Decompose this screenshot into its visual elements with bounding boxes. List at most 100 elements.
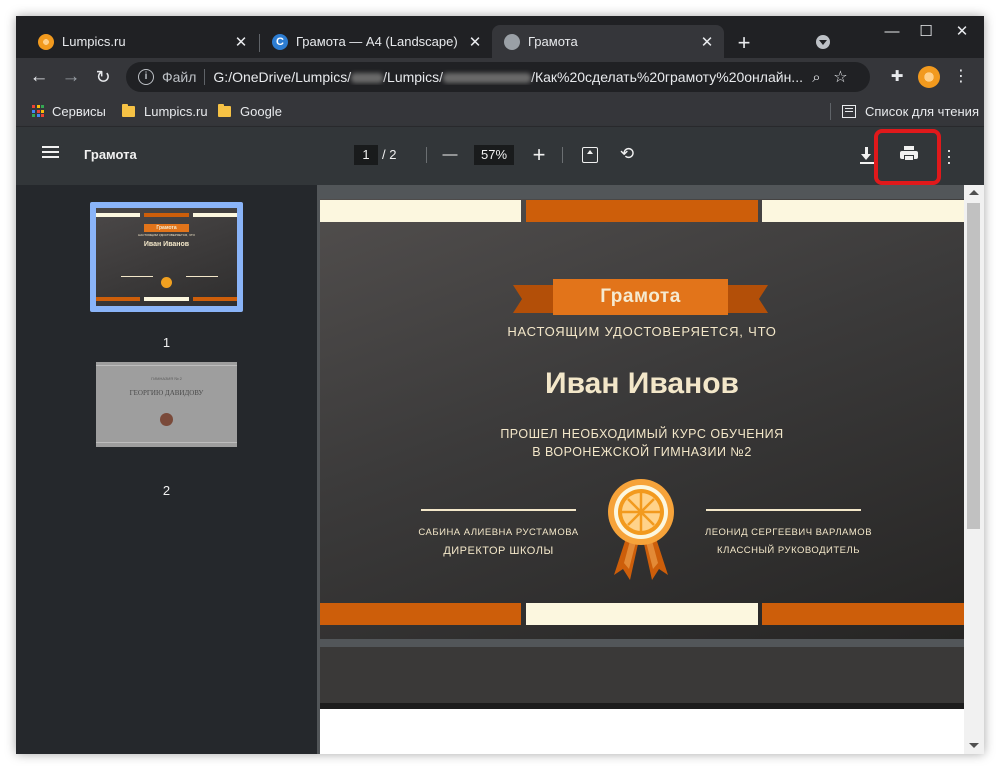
tab-close-icon[interactable]: ✕ [230,33,252,51]
scheme-label: Файл [162,69,197,85]
page-thumbnail-1[interactable]: Грамота НАСТОЯЩИМ УДОСТОВЕРЯЕТСЯ, ЧТО Ив… [96,208,237,306]
thumbnail-label: 1 [162,335,171,350]
top-stripe-center [526,200,758,222]
hamburger-menu-icon[interactable] [42,151,59,153]
thumbnail-title: Грамота [144,224,189,232]
tab-lumpics[interactable]: Lumpics.ru ✕ [26,25,258,58]
pdf-content-area[interactable]: Грамота НАСТОЯЩИМ УДОСТОВЕРЯЕТСЯ, ЧТО Ив… [317,185,984,754]
course-line-2: В ВОРОНЕЖСКОЙ ГИМНАЗИИ №2 [532,445,752,459]
tab-close-icon[interactable]: ✕ [696,33,718,51]
extensions-puzzle-icon[interactable]: ✚ [886,66,908,88]
close-window-button[interactable]: ✕ [942,20,982,44]
url-text[interactable]: G:/OneDrive/Lumpics/ /Lumpics/ /Как%20сдел… [213,69,805,85]
new-tab-button[interactable]: + [732,30,756,56]
forward-button[interactable]: → [58,64,84,90]
apps-grid-icon [32,105,44,117]
maximize-button[interactable]: ☐ [906,20,946,44]
signer-left-name: САБИНА АЛИЕВНА РУСТАМОВА [418,527,579,538]
browser-menu-icon[interactable]: ⋮ [950,66,972,88]
zoom-out-button[interactable]: — [438,143,462,167]
thumbnail-label: 2 [162,483,171,498]
page-gap [320,647,964,703]
bookmark-google[interactable]: Google [218,102,282,120]
orange-favicon-icon [38,33,54,50]
award-rosette-icon [608,479,674,580]
page-thumbnail-2[interactable]: ГИМНАЗИЯ № 2 ГЕОРГИЮ ДАВИДОВУ [96,362,237,447]
page-number-input[interactable]: 1 [354,145,378,165]
scrollbar-thumb[interactable] [967,203,980,529]
top-stripe-left [320,200,521,222]
print-highlight-box [874,129,941,185]
globe-favicon-icon [504,33,520,50]
profile-avatar[interactable] [918,66,940,88]
tab-canva[interactable]: C Грамота — A4 (Landscape) ✕ [260,25,492,58]
url-part: /Lumpics/ [383,69,444,85]
reading-list-icon [842,104,856,118]
bottom-stripe-left [320,603,521,625]
address-bar[interactable]: i Файл G:/OneDrive/Lumpics/ /Lumpics/ /Как… [126,62,870,92]
certificate-page-2 [320,703,964,754]
reading-list-button[interactable]: Список для чтения [842,102,979,120]
bottom-stripe-center [526,603,758,625]
download-icon[interactable] [859,145,875,165]
signer-right-name: ЛЕОНИД СЕРГЕЕВИЧ ВАРЛАМОВ [704,527,873,538]
more-actions-icon[interactable]: · · · [946,141,952,171]
signer-right-role: КЛАССНЫЙ РУКОВОДИТЕЛЬ [717,545,860,556]
canva-favicon-icon: C [272,33,288,50]
signer-left-role: ДИРЕКТОР ШКОЛЫ [443,545,554,557]
bookmark-star-icon[interactable]: ☆ [827,67,853,87]
recipient-name: Иван Иванов [545,367,739,400]
folder-icon [122,103,135,117]
thumbnail2-line2: ГЕОРГИЮ ДАВИДОВУ [129,389,204,397]
top-stripe-right [762,200,964,222]
info-icon[interactable]: i [138,69,154,85]
signature-line-right [706,509,861,511]
url-part: G:/OneDrive/Lumpics/ [213,69,352,85]
vertical-scrollbar[interactable] [964,185,984,754]
rotate-icon[interactable]: ⟲ [618,145,636,163]
course-line-1: ПРОШЕЛ НЕОБХОДИМЫЙ КУРС ОБУЧЕНИЯ [500,427,784,441]
scroll-up-arrow-icon[interactable] [969,190,979,195]
browser-window: Lumpics.ru ✕ C Грамота — A4 (Landscape) … [16,16,984,754]
zoom-level-input[interactable]: 57% [474,145,514,165]
toolbar-separator [426,147,427,163]
tab-search-icon[interactable] [816,35,830,49]
tab-gramota[interactable]: Грамота ✕ [492,25,724,58]
browser-toolbar: ← → ↻ i Файл G:/OneDrive/Lumpics/ /Lumpic… [16,58,984,96]
tab-strip: Lumpics.ru ✕ C Грамота — A4 (Landscape) … [16,16,984,58]
certificate-subtitle: НАСТОЯЩИМ УДОСТОВЕРЯЕТСЯ, ЧТО [507,324,777,339]
bookmark-label: Google [240,103,282,119]
tab-title: Грамота — A4 (Landscape) [296,34,458,49]
thumbnail-subtitle: НАСТОЯЩИМ УДОСТОВЕРЯЕТСЯ, ЧТО [138,233,195,237]
back-button[interactable]: ← [26,64,52,90]
bookmark-lumpics[interactable]: Lumpics.ru [122,102,208,120]
certificate-page: Грамота НАСТОЯЩИМ УДОСТОВЕРЯЕТСЯ, ЧТО Ив… [320,199,964,639]
folder-icon [218,103,231,117]
bookmark-label: Сервисы [52,103,106,119]
page-total: / 2 [382,147,397,162]
reload-button[interactable]: ↻ [90,64,116,90]
bookmark-services[interactable]: Сервисы [32,102,106,120]
bookmarks-separator [830,103,831,120]
pdf-toolbar: Грамота 1 / 2 — 57% + ⟲ · · · [16,127,984,185]
fit-to-page-icon[interactable] [582,147,598,163]
thumbnail-sidebar: Грамота НАСТОЯЩИМ УДОСТОВЕРЯЕТСЯ, ЧТО Ив… [16,185,317,754]
redacted-segment [351,73,384,84]
bottom-stripe-right [762,603,964,625]
url-part: /Как%20сделать%20грамоту%20онлайн... [531,69,803,85]
scroll-down-arrow-icon[interactable] [969,743,979,748]
thumbnail2-line1: ГИМНАЗИЯ № 2 [151,376,182,381]
signature-line-left [421,509,576,511]
tab-title: Lumpics.ru [62,34,126,49]
zoom-lens-icon[interactable]: ⌕ [805,69,827,86]
tab-close-icon[interactable]: ✕ [464,33,486,51]
thumbnail-name: Иван Иванов [143,241,190,248]
pdf-document-title: Грамота [84,147,137,162]
zoom-in-button[interactable]: + [527,143,551,167]
omnibox-separator [204,69,206,85]
bookmark-label: Lumpics.ru [144,103,208,119]
reading-list-label: Список для чтения [865,103,979,119]
redacted-segment [443,73,532,84]
certificate-title: Грамота [600,286,681,307]
toolbar-separator [562,147,563,163]
